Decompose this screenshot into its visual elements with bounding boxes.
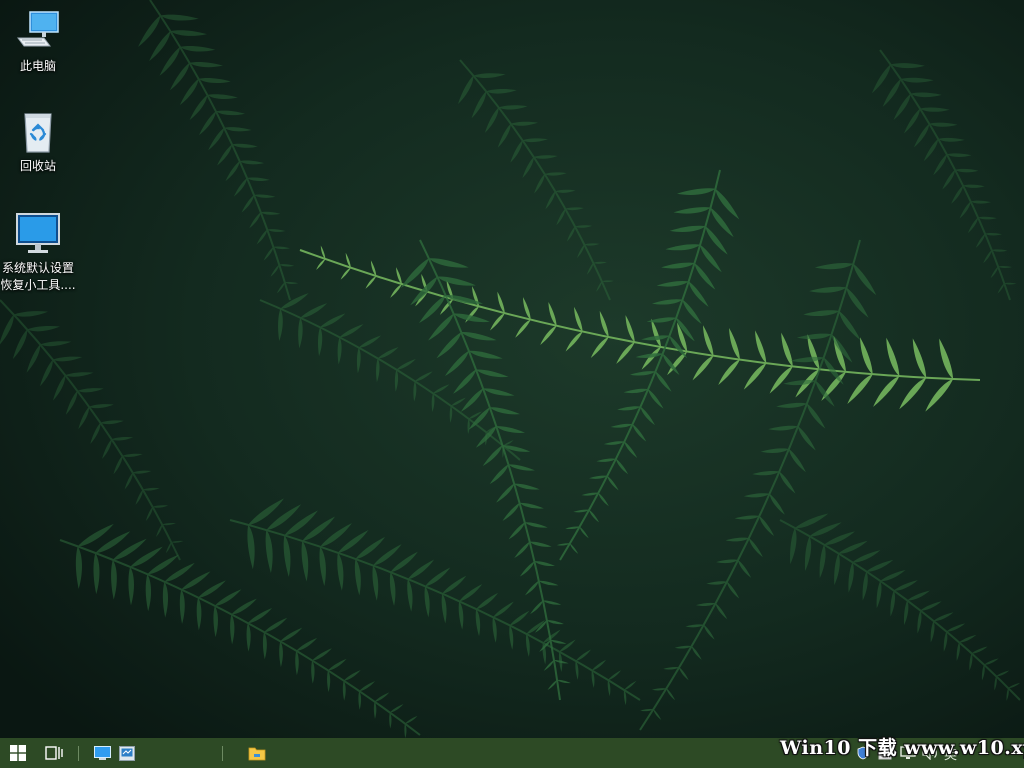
task-view-button[interactable] xyxy=(38,738,70,768)
monitor-icon xyxy=(16,213,60,253)
watermark-text: Win10 下载 www.w10.xyz xyxy=(780,737,1024,759)
desktop-icon-label: 此电脑 xyxy=(19,59,56,73)
desktop-icon-restore-tool[interactable]: 系统默认设置 恢复小工具.... xyxy=(0,210,76,294)
my-computer-icon xyxy=(119,745,135,761)
desktop-wallpaper xyxy=(0,0,1024,738)
file-explorer-icon xyxy=(248,747,266,761)
computer-icon xyxy=(17,11,59,47)
desktop-icon-label: 系统默认设置 恢复小工具.... xyxy=(0,261,76,292)
desktop-icon-recycle-bin[interactable]: 回收站 xyxy=(0,108,76,175)
show-desktop-icon xyxy=(93,746,111,760)
taskbar-separator xyxy=(222,746,223,761)
task-view-icon xyxy=(45,746,63,760)
pinned-file-explorer[interactable] xyxy=(244,738,270,768)
desktop-icon-label: 回收站 xyxy=(19,159,56,173)
start-button[interactable] xyxy=(0,738,36,768)
quick-launch-show-desktop[interactable] xyxy=(90,738,114,768)
desktop-icon-this-pc[interactable]: 此电脑 xyxy=(0,8,76,75)
taskbar-separator xyxy=(78,746,79,761)
recycle-bin-icon xyxy=(24,113,52,153)
quick-launch-my-computer[interactable] xyxy=(116,738,138,768)
windows-logo-icon xyxy=(10,745,26,761)
